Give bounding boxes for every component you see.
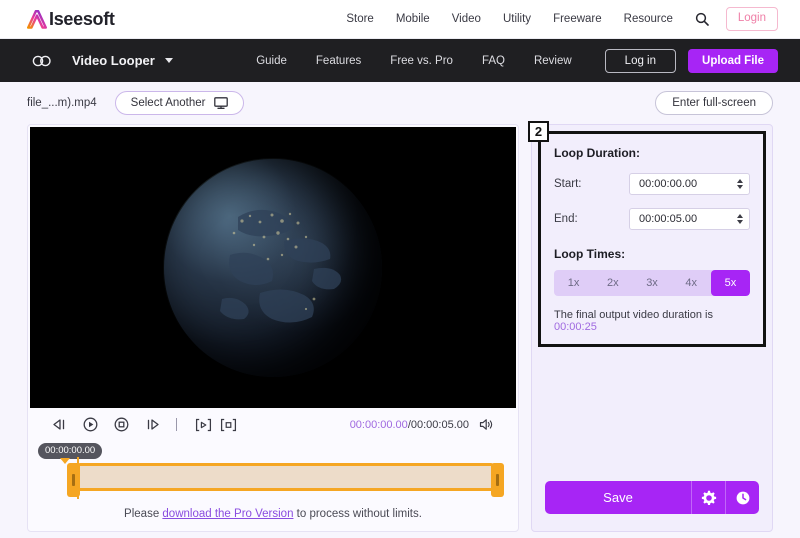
playback-controls: 00:00:00.00 / 00:00:05.00 bbox=[30, 408, 516, 441]
loop-option-3x[interactable]: 3x bbox=[632, 270, 671, 296]
top-nav-item-mobile[interactable]: Mobile bbox=[396, 13, 430, 25]
chevron-down-icon bbox=[164, 58, 173, 63]
start-time-input[interactable]: 00:00:00.00 bbox=[629, 173, 750, 195]
product-selector[interactable]: Video Looper bbox=[72, 53, 173, 68]
time-display: 00:00:00.00 / 00:00:05.00 bbox=[350, 418, 494, 431]
save-action-group: Save bbox=[545, 481, 759, 514]
trim-track[interactable] bbox=[67, 463, 504, 497]
current-time: 00:00:00.00 bbox=[349, 418, 408, 431]
product-name: Video Looper bbox=[72, 53, 155, 68]
earth-continents bbox=[220, 209, 342, 323]
output-duration-label: The final output video duration is bbox=[554, 309, 713, 321]
product-nav-links: Guide Features Free vs. Pro FAQ Review L… bbox=[227, 48, 778, 73]
log-in-button[interactable]: Log in bbox=[604, 48, 677, 73]
enter-fullscreen-button[interactable]: Enter full-screen bbox=[655, 91, 773, 115]
bracket-play-icon[interactable] bbox=[195, 418, 212, 432]
select-another-button[interactable]: Select Another bbox=[114, 91, 245, 115]
save-button[interactable]: Save bbox=[545, 481, 691, 514]
loop-option-1x[interactable]: 1x bbox=[554, 270, 593, 296]
file-bar: file_...m).mp4 Select Another Enter full… bbox=[0, 82, 800, 124]
top-nav-item-video[interactable]: Video bbox=[452, 13, 481, 25]
trim-handle-end[interactable] bbox=[491, 463, 504, 497]
end-time-input[interactable]: 00:00:05.00 bbox=[629, 208, 750, 230]
loop-settings-highlight: 2 Loop Duration: Start: 00:00:00.00 End:… bbox=[528, 121, 766, 347]
speaker-icon[interactable] bbox=[479, 418, 494, 431]
gear-icon bbox=[701, 490, 716, 505]
clock-icon bbox=[736, 491, 749, 504]
play-circle-icon[interactable] bbox=[83, 417, 98, 432]
player-panel: 00:00:00.00 / 00:00:05.00 00:00:00.00 Pl… bbox=[27, 124, 519, 532]
top-nav-item-freeware[interactable]: Freeware bbox=[553, 13, 602, 25]
loop-duration-title: Loop Duration: bbox=[554, 146, 640, 160]
nav-item-guide[interactable]: Guide bbox=[256, 55, 287, 67]
brand-name: Iseesoft bbox=[49, 8, 115, 29]
step-badge: 2 bbox=[528, 121, 549, 142]
aiseesoft-mark-icon bbox=[27, 9, 47, 29]
top-bar: Iseesoft Store Mobile Video Utility Free… bbox=[0, 0, 800, 39]
brand-logo[interactable]: Iseesoft bbox=[27, 9, 115, 30]
start-time-value: 00:00:00.00 bbox=[639, 178, 698, 190]
promo-suffix: to process without limits. bbox=[293, 508, 422, 520]
timeline[interactable]: 00:00:00.00 bbox=[30, 441, 516, 501]
video-preview[interactable] bbox=[30, 127, 516, 408]
playhead-tooltip: 00:00:00.00 bbox=[38, 443, 103, 464]
fast-forward-icon[interactable] bbox=[145, 418, 160, 431]
nav-item-free-vs-pro[interactable]: Free vs. Pro bbox=[390, 55, 453, 67]
start-label: Start: bbox=[554, 178, 582, 190]
nav-item-features[interactable]: Features bbox=[316, 55, 361, 67]
controls-divider bbox=[176, 418, 177, 431]
loop-option-2x[interactable]: 2x bbox=[593, 270, 632, 296]
main-content: 00:00:00.00 / 00:00:05.00 00:00:00.00 Pl… bbox=[0, 121, 800, 532]
end-label: End: bbox=[554, 213, 578, 225]
end-time-row: End: 00:00:05.00 bbox=[554, 208, 750, 230]
top-nav-item-resource[interactable]: Resource bbox=[624, 13, 673, 25]
top-nav-item-store[interactable]: Store bbox=[346, 13, 374, 25]
start-time-row: Start: 00:00:00.00 bbox=[554, 173, 750, 195]
settings-panel: 2 Loop Duration: Start: 00:00:00.00 End:… bbox=[528, 121, 773, 532]
bracket-stop-icon[interactable] bbox=[220, 418, 237, 432]
nav-item-faq[interactable]: FAQ bbox=[482, 55, 505, 67]
promo-prefix: Please bbox=[124, 508, 163, 520]
settings-gear-button[interactable] bbox=[691, 481, 725, 514]
select-another-label: Select Another bbox=[130, 97, 206, 109]
loop-option-4x[interactable]: 4x bbox=[672, 270, 711, 296]
video-frame-earth bbox=[163, 157, 383, 378]
monitor-icon bbox=[214, 97, 229, 109]
end-time-value: 00:00:05.00 bbox=[639, 213, 698, 225]
total-time: 00:00:05.00 bbox=[410, 418, 469, 431]
history-clock-button[interactable] bbox=[725, 481, 759, 514]
stop-circle-icon[interactable] bbox=[114, 417, 129, 432]
loop-times-title: Loop Times: bbox=[554, 247, 626, 261]
top-nav-item-utility[interactable]: Utility bbox=[503, 13, 531, 25]
start-stepper[interactable] bbox=[737, 179, 743, 189]
product-nav-bar: Video Looper Guide Features Free vs. Pro… bbox=[0, 39, 800, 82]
top-nav: Store Mobile Video Utility Freeware Reso… bbox=[324, 7, 778, 31]
output-duration-value: 00:00:25 bbox=[554, 321, 597, 333]
loop-times-selector: 1x 2x 3x 4x 5x bbox=[554, 270, 750, 296]
upload-file-button[interactable]: Upload File bbox=[688, 48, 778, 73]
nav-item-review[interactable]: Review bbox=[534, 55, 572, 67]
login-button[interactable]: Login bbox=[725, 7, 778, 31]
pro-version-notice: Please download the Pro Version to proce… bbox=[30, 501, 516, 531]
search-icon[interactable] bbox=[695, 12, 709, 26]
infinity-loop-icon bbox=[32, 55, 51, 66]
rewind-icon[interactable] bbox=[52, 418, 67, 431]
end-stepper[interactable] bbox=[737, 214, 743, 224]
loop-option-5x[interactable]: 5x bbox=[710, 270, 750, 296]
output-duration-note: The final output video duration is 00:00… bbox=[554, 309, 750, 333]
file-name: file_...m).mp4 bbox=[27, 97, 97, 109]
mark-controls bbox=[195, 418, 237, 432]
pro-version-link[interactable]: download the Pro Version bbox=[162, 508, 293, 520]
trim-handle-start[interactable] bbox=[67, 463, 80, 497]
